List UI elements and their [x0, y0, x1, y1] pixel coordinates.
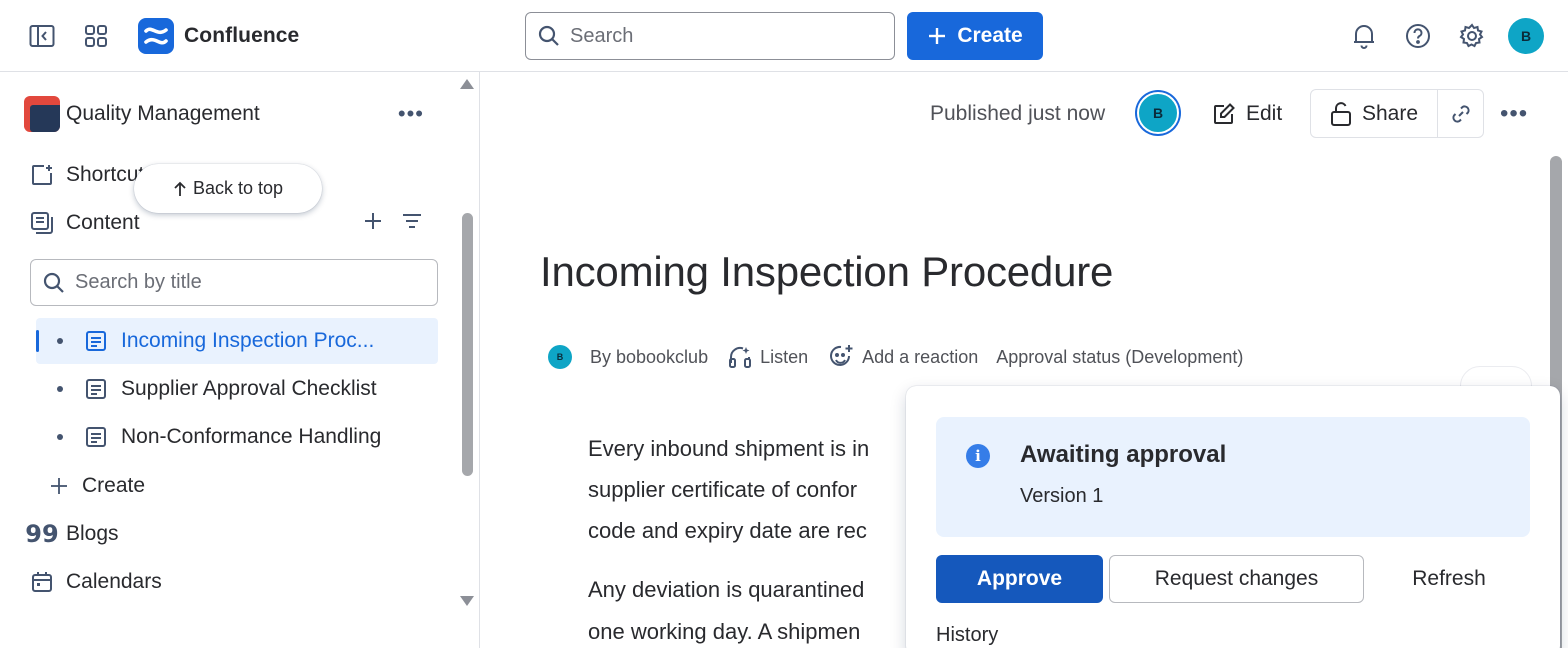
edit-label: Edit — [1246, 102, 1283, 125]
sidebar-create-button[interactable]: Create — [50, 468, 145, 504]
create-button-label: Create — [957, 24, 1023, 47]
link-icon — [1451, 104, 1470, 123]
body-paragraph-line: code and expiry date are rec — [588, 518, 867, 543]
tree-item-label: Non-Conformance Handling — [121, 425, 382, 448]
add-reaction-label: Add a reaction — [862, 346, 979, 367]
filter-icon[interactable] — [402, 212, 422, 235]
tree-bullet — [57, 338, 63, 344]
page-icon — [85, 378, 107, 400]
copy-link-button[interactable] — [1438, 90, 1483, 137]
tree-bullet — [57, 434, 63, 440]
approval-status-button[interactable]: Approval status (Development) — [996, 347, 1243, 368]
listen-label: Listen — [760, 346, 809, 367]
app-name: Confluence — [184, 24, 300, 47]
plus-icon — [929, 28, 946, 44]
tree-item-incoming-inspection[interactable]: Incoming Inspection Proc... — [36, 318, 438, 364]
confluence-logo-icon — [138, 18, 174, 54]
search-icon — [538, 25, 559, 46]
shortcuts-icon — [30, 163, 54, 187]
back-to-top-button[interactable]: Back to top — [134, 164, 322, 213]
tree-item-supplier-approval[interactable]: Supplier Approval Checklist — [36, 366, 438, 412]
sidebar-scrollbar-thumb[interactable] — [462, 213, 473, 476]
page-byline: B By bobookclub Listen Add a reaction Ap… — [548, 340, 1243, 374]
search-placeholder: Search — [570, 24, 634, 47]
tree-bullet — [57, 386, 63, 392]
sidebar-toggle-icon[interactable] — [24, 18, 60, 54]
user-avatar[interactable]: B — [1508, 18, 1544, 54]
history-heading[interactable]: History — [936, 624, 998, 647]
approval-status-label: Approval status (Development) — [996, 346, 1244, 367]
byline-author[interactable]: B By bobookclub — [548, 345, 708, 369]
back-to-top-label: Back to top — [192, 178, 284, 198]
byline-avatar: B — [548, 345, 572, 369]
top-navigation-bar: Confluence Search Create B — [0, 0, 1568, 72]
page-status: Published just now — [930, 90, 1105, 138]
sidebar-item-blogs[interactable]: 99 Blogs — [25, 516, 119, 552]
plus-icon — [51, 478, 67, 494]
global-search-input[interactable]: Search — [525, 12, 895, 60]
approval-version: Version 1 — [1020, 485, 1104, 507]
unlock-icon — [1330, 101, 1351, 126]
sidebar-create-label: Create — [82, 474, 146, 497]
share-button-group: Share — [1310, 89, 1484, 138]
space-header[interactable]: Quality Management ••• — [24, 96, 444, 132]
search-icon — [43, 272, 64, 293]
space-name: Quality Management — [66, 102, 260, 125]
sidebar-scroll-down-arrow[interactable] — [460, 596, 474, 606]
blogs-quote-icon: 99 — [25, 520, 59, 548]
listen-button[interactable]: Listen — [728, 345, 808, 369]
refresh-button[interactable]: Refresh — [1382, 555, 1516, 603]
tree-item-non-conformance[interactable]: Non-Conformance Handling — [36, 414, 438, 460]
sidebar-item-calendars[interactable]: Calendars — [30, 564, 162, 600]
page-icon — [85, 330, 107, 352]
sidebar-item-content[interactable]: Content — [30, 205, 140, 241]
sidebar-item-label: Content — [66, 211, 140, 234]
settings-gear-icon[interactable] — [1454, 18, 1490, 54]
create-button[interactable]: Create — [907, 12, 1043, 60]
body-paragraph-line: one working day. A shipmen — [588, 619, 861, 644]
search-by-title-placeholder: Search by title — [75, 271, 202, 293]
sidebar-scroll-up-arrow[interactable] — [460, 79, 474, 89]
pencil-icon — [1214, 103, 1235, 124]
content-actions — [364, 206, 422, 240]
notifications-bell-icon[interactable] — [1346, 18, 1382, 54]
help-icon[interactable] — [1400, 18, 1436, 54]
confluence-logo[interactable]: Confluence — [138, 17, 299, 55]
space-more-actions-icon[interactable]: ••• — [398, 96, 424, 132]
space-logo-icon — [24, 96, 60, 132]
sidebar-item-label: Blogs — [66, 522, 119, 545]
tree-item-label: Incoming Inspection Proc... — [121, 329, 375, 352]
body-paragraph-line: Every inbound shipment is in — [588, 436, 870, 461]
edit-button[interactable]: Edit — [1208, 92, 1286, 136]
approval-popover: i Awaiting approval Version 1 Approve Re… — [906, 386, 1560, 648]
body-paragraph-line: supplier certificate of confor — [588, 477, 858, 502]
approve-button[interactable]: Approve — [936, 555, 1103, 603]
author-avatar[interactable]: B — [1137, 92, 1179, 134]
body-paragraph-line: Any deviation is quarantined — [588, 577, 865, 602]
sidebar-item-label: Calendars — [66, 570, 162, 593]
request-changes-button[interactable]: Request changes — [1109, 555, 1364, 603]
page-more-actions-icon[interactable]: ••• — [1500, 97, 1528, 131]
share-label: Share — [1361, 101, 1419, 125]
byline-author-label: By bobookclub — [590, 346, 709, 367]
published-status: Published just now — [930, 102, 1106, 125]
headphones-icon — [729, 347, 752, 368]
approval-status-title: Awaiting approval — [1020, 441, 1227, 468]
content-icon — [30, 211, 54, 235]
calendar-icon — [30, 570, 54, 594]
page-title: Incoming Inspection Procedure — [540, 248, 1114, 295]
emoji-add-icon — [830, 345, 853, 366]
search-by-title-input[interactable]: Search by title — [30, 259, 438, 306]
tree-item-label: Supplier Approval Checklist — [121, 377, 377, 400]
app-switcher-icon[interactable] — [78, 18, 114, 54]
arrow-up-icon — [174, 181, 186, 196]
approval-info-panel: i Awaiting approval Version 1 — [936, 417, 1530, 537]
page-icon — [85, 426, 107, 448]
info-icon: i — [966, 444, 990, 468]
add-content-icon[interactable] — [364, 212, 382, 235]
share-button[interactable]: Share — [1311, 90, 1438, 137]
add-reaction-button[interactable]: Add a reaction — [828, 344, 978, 370]
